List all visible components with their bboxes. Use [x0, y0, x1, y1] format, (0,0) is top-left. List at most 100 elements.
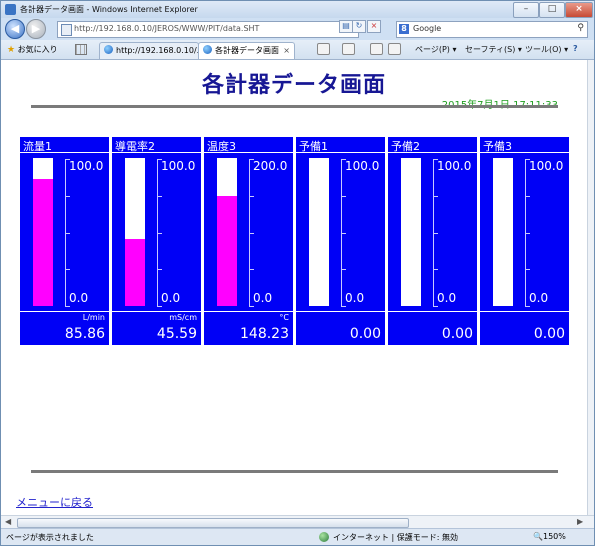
meter-bar [33, 158, 53, 306]
mail-icon[interactable] [370, 43, 383, 55]
star-icon: ★ [7, 45, 16, 55]
meter-header: 流量1 [20, 137, 109, 153]
scale-min-label: 0.0 [161, 291, 181, 305]
meter-value: 0.00 [533, 326, 565, 342]
meter-bar [309, 158, 329, 306]
scale-tick [433, 233, 438, 234]
divider-bottom [31, 470, 558, 473]
scale-tick [525, 233, 530, 234]
meter-value: 45.59 [156, 326, 197, 342]
tab-close-icon[interactable]: × [283, 43, 290, 58]
divider-top [31, 105, 558, 108]
meter-header: 導電率2 [112, 137, 201, 153]
meter-panel: 予備1 100.0 0.0 0.00 [296, 137, 385, 345]
horizontal-scrollbar[interactable]: ◀ ▶ [1, 515, 594, 528]
scale-min-label: 0.0 [253, 291, 273, 305]
meter-value: 148.23 [240, 326, 289, 342]
scale-tick [525, 306, 530, 307]
meter-divider [20, 311, 109, 312]
page-menu[interactable]: ページ(P) ▾ [415, 44, 456, 55]
print-icon[interactable] [388, 43, 401, 55]
meter-value: 0.00 [349, 326, 381, 342]
vertical-scrollbar[interactable] [587, 60, 594, 515]
refresh-icon[interactable]: ↻ [352, 20, 366, 33]
meter-panel: 予備3 100.0 0.0 0.00 [480, 137, 569, 345]
ie-icon [5, 4, 16, 15]
globe-icon [319, 532, 329, 542]
scale-tick [433, 269, 438, 270]
security-zone[interactable]: インターネット | 保護モード: 無効 [333, 532, 458, 543]
zoom-level[interactable]: 150% [543, 532, 566, 541]
scale-max-label: 100.0 [345, 159, 380, 173]
back-to-menu-link[interactable]: メニューに戻る [16, 494, 93, 510]
tools-menu[interactable]: ツール(O) ▾ [525, 44, 568, 55]
quick-tabs-icon[interactable] [75, 44, 87, 55]
tab-meter-data[interactable]: 各計器データ画面 × [198, 42, 295, 59]
scale-tick [249, 196, 254, 197]
maximize-button[interactable]: □ [539, 2, 565, 18]
meter-label: 導電率2 [115, 140, 155, 153]
favorites-button[interactable]: ★ お気に入り [7, 44, 58, 55]
meter-divider [388, 311, 477, 312]
close-button[interactable]: × [565, 2, 593, 18]
timestamp: 2015年7月1日 17:11:33 [401, 96, 558, 111]
meter-label: 流量1 [23, 140, 52, 153]
scale-tick [525, 269, 530, 270]
meter-unit: °C [279, 313, 289, 322]
favorites-label: お気に入り [17, 45, 58, 54]
safety-menu[interactable]: セーフティ(S) ▾ [465, 44, 522, 55]
address-row: ◀ ▶ http://192.168.0.10/JEROS/WWW/PIT/da… [1, 18, 594, 40]
meter-divider [296, 311, 385, 312]
scale-tick [157, 269, 162, 270]
address-field[interactable]: http://192.168.0.10/JEROS/WWW/PIT/data.S… [57, 21, 359, 38]
search-icon[interactable]: ⚲ [577, 23, 584, 33]
scale-min-label: 0.0 [69, 291, 89, 305]
meter-unit: mS/cm [169, 313, 197, 322]
scale-tick [525, 196, 530, 197]
title-bar: 各計器データ画面 - Windows Internet Explorer – □… [1, 1, 594, 18]
meter-bar [401, 158, 421, 306]
meter-unit: L/min [82, 313, 105, 322]
scale-tick [249, 306, 254, 307]
scale-tick [341, 269, 346, 270]
scale-tick [433, 196, 438, 197]
status-text: ページが表示されました [6, 533, 94, 542]
scale-min-label: 0.0 [437, 291, 457, 305]
back-button[interactable]: ◀ [5, 19, 25, 39]
meter-bar-fill [125, 239, 145, 306]
scale-max-label: 100.0 [437, 159, 472, 173]
meter-bar [125, 158, 145, 306]
minimize-button[interactable]: – [513, 2, 539, 18]
scale-max-label: 100.0 [529, 159, 564, 173]
meter-panel: 温度3 200.0 0.0 °C 148.23 [204, 137, 293, 345]
meter-label: 予備3 [483, 140, 512, 153]
search-input[interactable]: 8 Google ⚲ [396, 21, 588, 38]
scale-max-label: 100.0 [161, 159, 196, 173]
help-icon[interactable]: ? [573, 44, 578, 53]
google-icon: 8 [399, 24, 409, 34]
tab-http[interactable]: http://192.168.0.10/... [99, 42, 199, 59]
scroll-right-icon[interactable]: ▶ [577, 517, 583, 526]
scale-tick [433, 306, 438, 307]
scale-tick [341, 306, 346, 307]
zoom-icon: 🔍 [533, 532, 543, 541]
browser-window: 各計器データ画面 - Windows Internet Explorer – □… [0, 0, 595, 546]
scale-tick [65, 233, 70, 234]
forward-button[interactable]: ▶ [26, 19, 46, 39]
meter-header: 予備3 [480, 137, 569, 153]
compatibility-icon[interactable]: ▤ [339, 20, 353, 33]
meter-panel: 導電率2 100.0 0.0 mS/cm 45.59 [112, 137, 201, 345]
meter-value: 0.00 [441, 326, 473, 342]
address-url: http://192.168.0.10/JEROS/WWW/PIT/data.S… [74, 24, 260, 33]
tab-label: http://192.168.0.10/... [116, 46, 199, 55]
meter-divider [204, 311, 293, 312]
feeds-icon[interactable] [342, 43, 355, 55]
page-content: 各計器データ画面 2015年7月1日 17:11:33 流量1 100.0 0.0 L… [1, 60, 587, 515]
stop-icon[interactable]: × [367, 20, 381, 33]
scroll-left-icon[interactable]: ◀ [5, 517, 11, 526]
home-icon[interactable] [317, 43, 330, 55]
scale-tick [157, 306, 162, 307]
tab-label: 各計器データ画面 [215, 46, 279, 55]
meter-value: 85.86 [64, 326, 105, 342]
scroll-thumb[interactable] [17, 518, 409, 528]
